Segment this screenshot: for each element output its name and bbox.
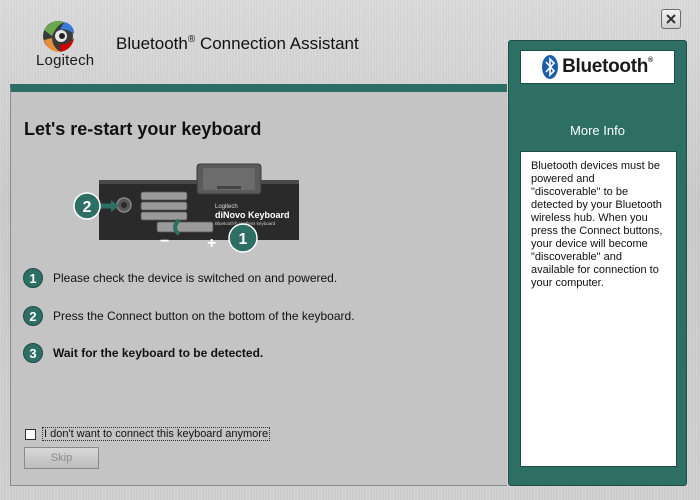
step-1: 1 Please check the device is switched on… bbox=[23, 268, 337, 288]
opt-out-label[interactable]: I don't want to connect this keyboard an… bbox=[42, 427, 271, 441]
main-panel: Let's re-start your keyboard Logitech di… bbox=[10, 84, 507, 486]
image-callout-2: 2 bbox=[83, 199, 92, 216]
keyboard-illustration: Logitech diNovo Keyboard Bluetooth® cord… bbox=[73, 163, 299, 253]
app-title: Bluetooth® Connection Assistant bbox=[116, 34, 359, 54]
bluetooth-mark: ® bbox=[648, 57, 653, 64]
more-info-text: Bluetooth devices must be powered and "d… bbox=[520, 151, 677, 467]
bluetooth-logo: Bluetooth® bbox=[520, 50, 675, 84]
bluetooth-icon bbox=[542, 55, 559, 79]
opt-out-row[interactable]: I don't want to connect this keyboard an… bbox=[25, 427, 271, 441]
image-product-name: diNovo Keyboard bbox=[215, 210, 290, 220]
logitech-wordmark: Logitech bbox=[36, 52, 95, 69]
page-heading: Let's re-start your keyboard bbox=[24, 119, 262, 139]
step-number: 3 bbox=[23, 343, 43, 363]
app-title-brand: Bluetooth bbox=[116, 34, 188, 53]
step-text: Wait for the keyboard to be detected. bbox=[53, 346, 264, 360]
bluetooth-brand: Bluetooth bbox=[562, 56, 649, 77]
close-button[interactable] bbox=[661, 9, 681, 29]
bluetooth-wordmark: Bluetooth® bbox=[562, 56, 653, 78]
step-number: 1 bbox=[23, 268, 43, 288]
image-plus-sign: + bbox=[207, 235, 216, 252]
more-info-sidebar: Bluetooth® More Info Bluetooth devices m… bbox=[508, 40, 687, 486]
more-info-title: More Info bbox=[570, 123, 625, 138]
step-text: Please check the device is switched on a… bbox=[53, 271, 338, 285]
image-minus-sign: − bbox=[160, 233, 169, 250]
close-icon bbox=[666, 14, 676, 24]
step-text: Press the Connect button on the bottom o… bbox=[53, 309, 355, 323]
opt-out-checkbox[interactable] bbox=[25, 428, 36, 440]
image-callout-1: 1 bbox=[239, 231, 248, 248]
step-2: 2 Press the Connect button on the bottom… bbox=[23, 306, 355, 326]
logitech-eye-icon bbox=[43, 21, 74, 52]
step-3: 3 Wait for the keyboard to be detected. bbox=[23, 343, 263, 363]
step-number: 2 bbox=[23, 306, 43, 326]
app-title-rest: Connection Assistant bbox=[195, 34, 359, 53]
skip-button[interactable]: Skip bbox=[24, 447, 99, 469]
